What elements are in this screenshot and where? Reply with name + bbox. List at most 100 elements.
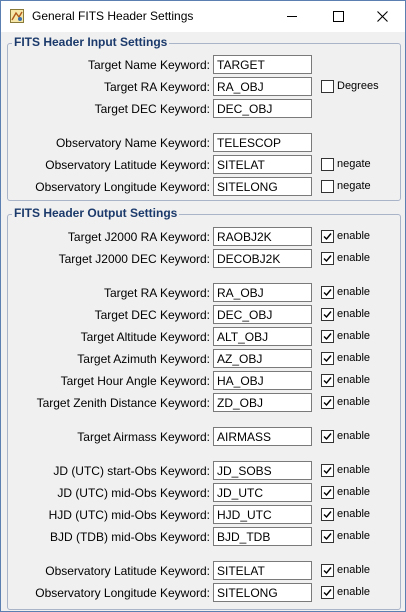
- output-checkbox-label[interactable]: enable: [337, 286, 370, 298]
- output-checkbox-label[interactable]: enable: [337, 530, 370, 542]
- input-row-target-name-keyword: Target Name Keyword:: [1, 55, 405, 76]
- output-keyword-input[interactable]: [213, 583, 312, 602]
- input-label: Observatory Latitude Keyword:: [45, 158, 210, 172]
- input-keyword-input[interactable]: [213, 155, 312, 174]
- close-button[interactable]: [359, 1, 405, 32]
- output-keyword-input[interactable]: [213, 561, 312, 580]
- output-enable-checkbox[interactable]: [321, 374, 334, 387]
- output-row-target-dec-keyword: Target DEC Keyword: enable: [1, 305, 405, 326]
- input-keyword-input[interactable]: [213, 177, 312, 196]
- checkmark-icon: [323, 311, 332, 319]
- checkmark-icon: [323, 233, 332, 241]
- output-keyword-input[interactable]: [213, 283, 312, 302]
- minimize-button[interactable]: [269, 1, 315, 32]
- output-checkbox-label[interactable]: enable: [337, 486, 370, 498]
- output-keyword-input[interactable]: [213, 327, 312, 346]
- output-row-jd-utc-mid-obs-keyword: JD (UTC) mid-Obs Keyword: enable: [1, 483, 405, 504]
- output-keyword-input[interactable]: [213, 393, 312, 412]
- output-row-bjd-tdb-mid-obs-keyword: BJD (TDB) mid-Obs Keyword: enable: [1, 527, 405, 548]
- input-keyword-input[interactable]: [213, 133, 312, 152]
- output-enable-checkbox[interactable]: [321, 486, 334, 499]
- window-title: General FITS Header Settings: [32, 9, 194, 23]
- output-label: Target Airmass Keyword:: [77, 430, 210, 444]
- input-row-observatory-longitude-keyword: Observatory Longitude Keyword: negate: [1, 177, 405, 198]
- output-checkbox-label[interactable]: enable: [337, 252, 370, 264]
- output-enable-checkbox[interactable]: [321, 330, 334, 343]
- output-label: Observatory Latitude Keyword:: [45, 564, 210, 578]
- checkmark-icon: [323, 289, 332, 297]
- output-keyword-input[interactable]: [213, 371, 312, 390]
- output-checkbox-label[interactable]: enable: [337, 464, 370, 476]
- input-checkbox-label[interactable]: Degrees: [337, 80, 379, 92]
- output-keyword-input[interactable]: [213, 483, 312, 502]
- output-keyword-input[interactable]: [213, 527, 312, 546]
- input-keyword-input[interactable]: [213, 99, 312, 118]
- output-checkbox-label[interactable]: enable: [337, 330, 370, 342]
- output-checkbox-label[interactable]: enable: [337, 352, 370, 364]
- output-label: Observatory Longitude Keyword:: [35, 586, 210, 600]
- output-checkbox-label[interactable]: enable: [337, 230, 370, 242]
- close-icon: [376, 11, 388, 22]
- input-row-target-dec-keyword: Target DEC Keyword:: [1, 99, 405, 120]
- output-enable-checkbox[interactable]: [321, 430, 334, 443]
- input-label: Observatory Name Keyword:: [55, 136, 210, 150]
- input-row-observatory-latitude-keyword: Observatory Latitude Keyword: negate: [1, 155, 405, 176]
- input-label: Target RA Keyword:: [103, 80, 210, 94]
- output-row-target-j2000-dec-keyword: Target J2000 DEC Keyword: enable: [1, 249, 405, 270]
- output-enable-checkbox[interactable]: [321, 352, 334, 365]
- input-checkbox-label[interactable]: negate: [337, 180, 371, 192]
- checkmark-icon: [323, 355, 332, 363]
- minimize-icon: [287, 16, 297, 17]
- output-checkbox-label[interactable]: enable: [337, 374, 370, 386]
- input-label: Target DEC Keyword:: [94, 102, 210, 116]
- output-checkbox-label[interactable]: enable: [337, 586, 370, 598]
- output-enable-checkbox[interactable]: [321, 586, 334, 599]
- checkmark-icon: [323, 255, 332, 263]
- fits-app-icon: [10, 9, 24, 23]
- output-label: HJD (UTC) mid-Obs Keyword:: [48, 508, 210, 522]
- checkmark-icon: [323, 589, 332, 597]
- checkmark-icon: [323, 377, 332, 385]
- title-bar[interactable]: General FITS Header Settings: [1, 1, 405, 32]
- output-enable-checkbox[interactable]: [321, 396, 334, 409]
- output-label: JD (UTC) mid-Obs Keyword:: [57, 486, 210, 500]
- output-keyword-input[interactable]: [213, 227, 312, 246]
- output-checkbox-label[interactable]: enable: [337, 430, 370, 442]
- output-checkbox-label[interactable]: enable: [337, 564, 370, 576]
- checkmark-icon: [323, 489, 332, 497]
- input-negate-checkbox[interactable]: [321, 158, 334, 171]
- output-enable-checkbox[interactable]: [321, 252, 334, 265]
- output-keyword-input[interactable]: [213, 427, 312, 446]
- output-keyword-input[interactable]: [213, 249, 312, 268]
- output-enable-checkbox[interactable]: [321, 464, 334, 477]
- input-keyword-input[interactable]: [213, 77, 312, 96]
- checkmark-icon: [323, 511, 332, 519]
- output-row-target-zenith-distance-keyword: Target Zenith Distance Keyword: enable: [1, 393, 405, 414]
- input-degrees-checkbox[interactable]: [321, 80, 334, 93]
- maximize-button[interactable]: [315, 1, 361, 32]
- output-enable-checkbox[interactable]: [321, 508, 334, 521]
- input-keyword-input[interactable]: [213, 55, 312, 74]
- output-enable-checkbox[interactable]: [321, 308, 334, 321]
- output-enable-checkbox[interactable]: [321, 230, 334, 243]
- output-row-target-altitude-keyword: Target Altitude Keyword: enable: [1, 327, 405, 348]
- checkmark-icon: [323, 399, 332, 407]
- output-keyword-input[interactable]: [213, 305, 312, 324]
- output-enable-checkbox[interactable]: [321, 286, 334, 299]
- output-enable-checkbox[interactable]: [321, 564, 334, 577]
- output-row-target-hour-angle-keyword: Target Hour Angle Keyword: enable: [1, 371, 405, 392]
- output-keyword-input[interactable]: [213, 461, 312, 480]
- output-keyword-input[interactable]: [213, 505, 312, 524]
- output-enable-checkbox[interactable]: [321, 530, 334, 543]
- output-checkbox-label[interactable]: enable: [337, 396, 370, 408]
- output-checkbox-label[interactable]: enable: [337, 308, 370, 320]
- input-negate-checkbox[interactable]: [321, 180, 334, 193]
- maximize-icon: [332, 11, 344, 22]
- output-row-observatory-latitude-keyword: Observatory Latitude Keyword: enable: [1, 561, 405, 582]
- input-checkbox-label[interactable]: negate: [337, 158, 371, 170]
- output-checkbox-label[interactable]: enable: [337, 508, 370, 520]
- output-row-jd-utc-start-obs-keyword: JD (UTC) start-Obs Keyword: enable: [1, 461, 405, 482]
- output-label: Target DEC Keyword:: [94, 308, 210, 322]
- output-group-title: FITS Header Output Settings: [12, 206, 180, 220]
- output-keyword-input[interactable]: [213, 349, 312, 368]
